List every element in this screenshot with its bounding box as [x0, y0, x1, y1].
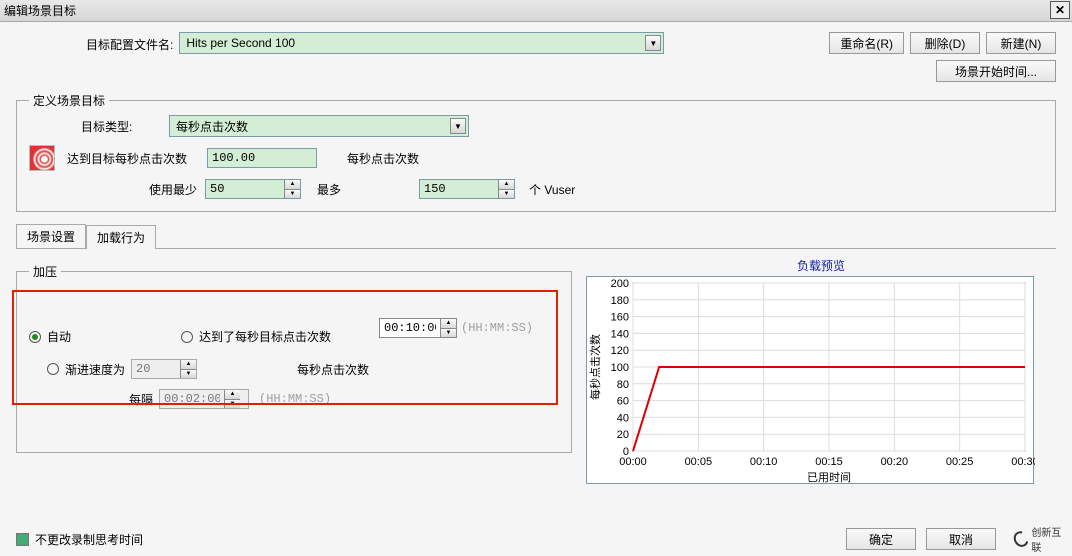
goal-type-value: 每秒点击次数	[176, 118, 248, 135]
goal-legend: 定义场景目标	[29, 92, 109, 109]
spin-down-icon[interactable]: ▼	[224, 400, 240, 409]
tab-scenario-settings[interactable]: 场景设置	[16, 224, 86, 248]
brand-text: 创新互联	[1031, 524, 1066, 554]
bottom-bar: 不更改录制思考时间 确定 取消 创新互联	[16, 528, 1066, 550]
chevron-down-icon: ▼	[645, 35, 661, 51]
spin-down-icon[interactable]: ▼	[180, 370, 196, 379]
delete-button[interactable]: 删除(D)	[910, 32, 980, 54]
reach-unit-label: 每秒点击次数	[347, 150, 419, 167]
spin-up-icon[interactable]: ▲	[224, 390, 240, 400]
svg-text:已用时间: 已用时间	[807, 471, 851, 484]
svg-text:140: 140	[611, 328, 629, 340]
cancel-button[interactable]: 取消	[926, 528, 996, 550]
svg-text:00:10: 00:10	[750, 456, 778, 468]
svg-text:20: 20	[617, 429, 629, 441]
titlebar: 编辑场景目标 ✕	[0, 0, 1072, 22]
auto-label: 自动	[47, 328, 71, 345]
close-icon: ✕	[1055, 3, 1065, 17]
svg-text:180: 180	[611, 295, 629, 307]
tabs: 场景设置 加载行为	[16, 224, 1056, 249]
tab-load-behavior[interactable]: 加载行为	[86, 225, 156, 249]
goal-type-label: 目标类型:	[81, 118, 169, 135]
chart-svg: 02040608010012014016018020000:0000:0500:…	[587, 277, 1035, 485]
every-value-input[interactable]: ▲▼	[159, 389, 249, 409]
duration-input[interactable]: ▲▼	[379, 318, 457, 338]
spin-down-icon[interactable]: ▼	[284, 190, 300, 199]
brand-logo: 创新互联	[1014, 528, 1066, 550]
chevron-down-icon: ▼	[450, 118, 466, 134]
svg-text:每秒点击次数: 每秒点击次数	[588, 334, 602, 400]
profile-label: 目标配置文件名:	[86, 32, 173, 53]
ok-button[interactable]: 确定	[846, 528, 916, 550]
scenario-start-time-button[interactable]: 场景开始时间...	[936, 60, 1056, 82]
svg-text:40: 40	[617, 412, 629, 424]
close-button[interactable]: ✕	[1050, 1, 1070, 19]
window-title: 编辑场景目标	[4, 2, 76, 19]
profile-value: Hits per Second 100	[186, 36, 295, 50]
svg-text:100: 100	[611, 362, 629, 374]
vuser-label: 个 Vuser	[529, 181, 575, 198]
ramp-fieldset: 加压 ▲▼ (HH:MM:SS) 自动 达到了每秒目标点击次数	[16, 263, 572, 453]
duration-hint: (HH:MM:SS)	[461, 321, 533, 335]
svg-text:120: 120	[611, 345, 629, 357]
reach-goal-label: 达到目标每秒点击次数	[67, 150, 207, 167]
svg-text:00:30: 00:30	[1011, 456, 1035, 468]
spin-down-icon[interactable]: ▼	[498, 190, 514, 199]
target-icon	[29, 145, 55, 171]
ramp-legend: 加压	[29, 263, 61, 280]
svg-text:160: 160	[611, 312, 629, 324]
spin-up-icon[interactable]: ▲	[440, 319, 456, 329]
min-label: 使用最少	[149, 181, 197, 198]
radio-step[interactable]	[47, 363, 59, 375]
every-hint: (HH:MM:SS)	[259, 392, 331, 406]
step-value-input[interactable]: ▲▼	[131, 359, 197, 379]
step-unit-label: 每秒点击次数	[297, 361, 369, 378]
think-time-checkbox[interactable]	[16, 533, 29, 546]
svg-text:00:25: 00:25	[946, 456, 974, 468]
chart-panel: 负载预览 02040608010012014016018020000:0000:…	[586, 253, 1056, 484]
svg-text:80: 80	[617, 379, 629, 391]
every-label: 每隔	[129, 391, 153, 408]
goal-value-input[interactable]	[207, 148, 317, 168]
svg-text:00:20: 00:20	[881, 456, 909, 468]
spin-up-icon[interactable]: ▲	[284, 180, 300, 190]
reach-target-label: 达到了每秒目标点击次数	[199, 328, 331, 345]
think-time-label: 不更改录制思考时间	[35, 531, 143, 548]
max-vuser-input[interactable]: ▲▼	[419, 179, 515, 199]
profile-select[interactable]: Hits per Second 100 ▼	[179, 32, 664, 54]
rename-button[interactable]: 重命名(R)	[829, 32, 904, 54]
svg-text:200: 200	[611, 278, 629, 290]
chart-title: 负载预览	[586, 257, 1056, 274]
svg-text:00:05: 00:05	[685, 456, 713, 468]
spin-up-icon[interactable]: ▲	[180, 360, 196, 370]
min-vuser-input[interactable]: ▲▼	[205, 179, 301, 199]
step-label: 渐进速度为	[65, 361, 125, 378]
radio-reach-target[interactable]	[181, 331, 193, 343]
goal-fieldset: 定义场景目标 目标类型: 每秒点击次数 ▼ 达到目标每秒点击次数 每秒点击次数 …	[16, 92, 1056, 212]
radio-auto[interactable]	[29, 331, 41, 343]
spin-down-icon[interactable]: ▼	[440, 329, 456, 338]
new-button[interactable]: 新建(N)	[986, 32, 1056, 54]
goal-type-select[interactable]: 每秒点击次数 ▼	[169, 115, 469, 137]
max-label: 最多	[317, 181, 341, 198]
chart: 02040608010012014016018020000:0000:0500:…	[586, 276, 1034, 484]
brand-icon	[1011, 528, 1031, 549]
svg-text:00:15: 00:15	[815, 456, 843, 468]
svg-text:60: 60	[617, 396, 629, 408]
svg-text:00:00: 00:00	[619, 456, 647, 468]
spin-up-icon[interactable]: ▲	[498, 180, 514, 190]
